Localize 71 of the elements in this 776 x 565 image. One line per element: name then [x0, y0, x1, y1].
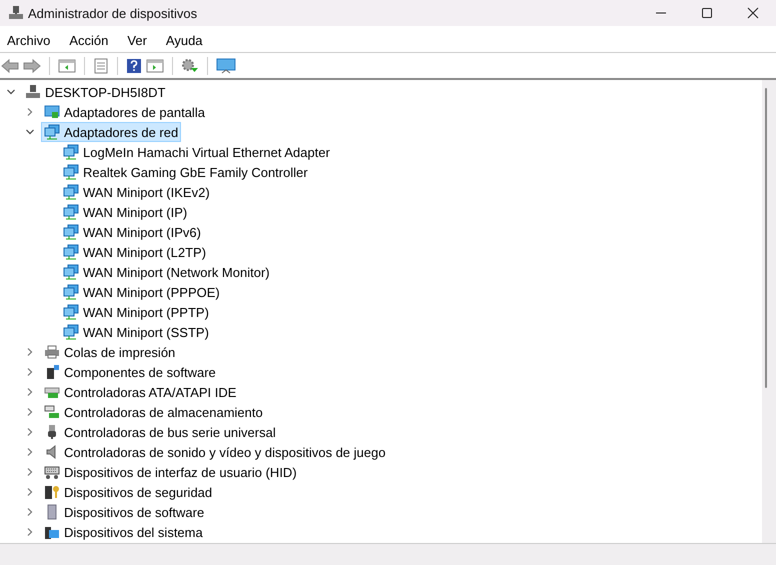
tree-item[interactable]: LogMeIn Hamachi Virtual Ethernet Adapter [60, 142, 333, 162]
back-arrow-icon[interactable] [1, 58, 19, 74]
computer-icon [8, 5, 24, 21]
monitor-icon[interactable] [216, 58, 236, 74]
tree-item[interactable]: Controladoras ATA/ATAPI IDE [41, 382, 240, 402]
network-icon [63, 284, 79, 300]
chevron-icon[interactable] [25, 447, 35, 457]
folder-icon [44, 524, 60, 540]
tree-item[interactable]: Controladoras de almacenamiento [41, 402, 266, 422]
tree-item[interactable]: WAN Miniport (IP) [60, 202, 190, 222]
tree-item[interactable]: Realtek Gaming GbE Family Controller [60, 162, 311, 182]
network-icon [63, 304, 79, 320]
chevron-icon[interactable] [25, 407, 35, 417]
chevron-icon[interactable] [25, 467, 35, 477]
network-icon [63, 224, 79, 240]
tree-item[interactable]: Colas de impresión [41, 342, 178, 362]
tree-item[interactable]: WAN Miniport (SSTP) [60, 322, 212, 342]
tree-item[interactable]: Adaptadores de pantalla [41, 102, 208, 122]
tree-item[interactable]: WAN Miniport (PPPOE) [60, 282, 223, 302]
menu-item[interactable]: Archivo [2, 33, 56, 48]
storage-icon [44, 404, 60, 420]
key-icon [44, 484, 60, 500]
tree-item[interactable]: WAN Miniport (IPv6) [60, 222, 204, 242]
scrollbar[interactable] [762, 80, 776, 543]
computer-icon [25, 84, 41, 100]
chevron-icon[interactable] [25, 107, 35, 117]
tree-item[interactable]: WAN Miniport (PPTP) [60, 302, 212, 322]
maximize-icon [701, 7, 713, 19]
chevron-icon[interactable] [25, 527, 35, 537]
window-icon[interactable] [58, 58, 76, 74]
chevron-icon[interactable] [25, 127, 35, 137]
tree-item[interactable]: Dispositivos de seguridad [41, 482, 216, 502]
chevron-icon[interactable] [25, 347, 35, 357]
monitor-icon [44, 104, 60, 120]
gear-icon[interactable] [181, 58, 199, 74]
document-icon[interactable] [93, 58, 109, 74]
network-icon [63, 204, 79, 220]
tree-item[interactable]: Dispositivos de interfaz de usuario (HID) [41, 462, 300, 482]
tree-item[interactable]: Adaptadores de red [41, 122, 182, 142]
forward-arrow-icon[interactable] [23, 58, 41, 74]
menu-item[interactable]: Acción [64, 33, 114, 48]
tree-item[interactable]: Controladoras de bus serie universal [41, 422, 279, 442]
printer-icon [44, 344, 60, 360]
menu-item[interactable]: Ayuda [160, 33, 208, 48]
network-icon [44, 124, 60, 140]
chevron-icon[interactable] [25, 507, 35, 517]
keyboard-icon [44, 464, 60, 480]
tree-item[interactable]: Controladoras de sonido y vídeo y dispositivos de juego [41, 442, 389, 462]
network-icon [63, 324, 79, 340]
network-icon [63, 144, 79, 160]
network-icon [63, 164, 79, 180]
tree-item[interactable]: WAN Miniport (IKEv2) [60, 182, 213, 202]
chevron-icon[interactable] [25, 387, 35, 397]
network-icon [63, 264, 79, 280]
chevron-icon[interactable] [25, 367, 35, 377]
tree-item[interactable]: Componentes de software [41, 362, 219, 382]
tree-item[interactable]: Dispositivos de software [41, 502, 208, 522]
network-icon [63, 244, 79, 260]
window-icon[interactable] [146, 58, 164, 74]
help-icon[interactable] [126, 58, 142, 74]
network-icon [63, 184, 79, 200]
chevron-icon[interactable] [25, 487, 35, 497]
window-title: Administrador de dispositivos [28, 6, 198, 20]
tree-item[interactable]: WAN Miniport (L2TP) [60, 242, 210, 262]
menu-item[interactable]: Ver [122, 33, 152, 48]
chevron-icon[interactable] [25, 427, 35, 437]
tree-item[interactable]: DESKTOP-DH5I8DT [22, 82, 168, 102]
tree-item[interactable]: Dispositivos del sistema [41, 522, 206, 542]
tree-item[interactable]: WAN Miniport (Network Monitor) [60, 262, 273, 282]
close-icon [747, 7, 759, 19]
chevron-icon[interactable] [6, 87, 16, 97]
